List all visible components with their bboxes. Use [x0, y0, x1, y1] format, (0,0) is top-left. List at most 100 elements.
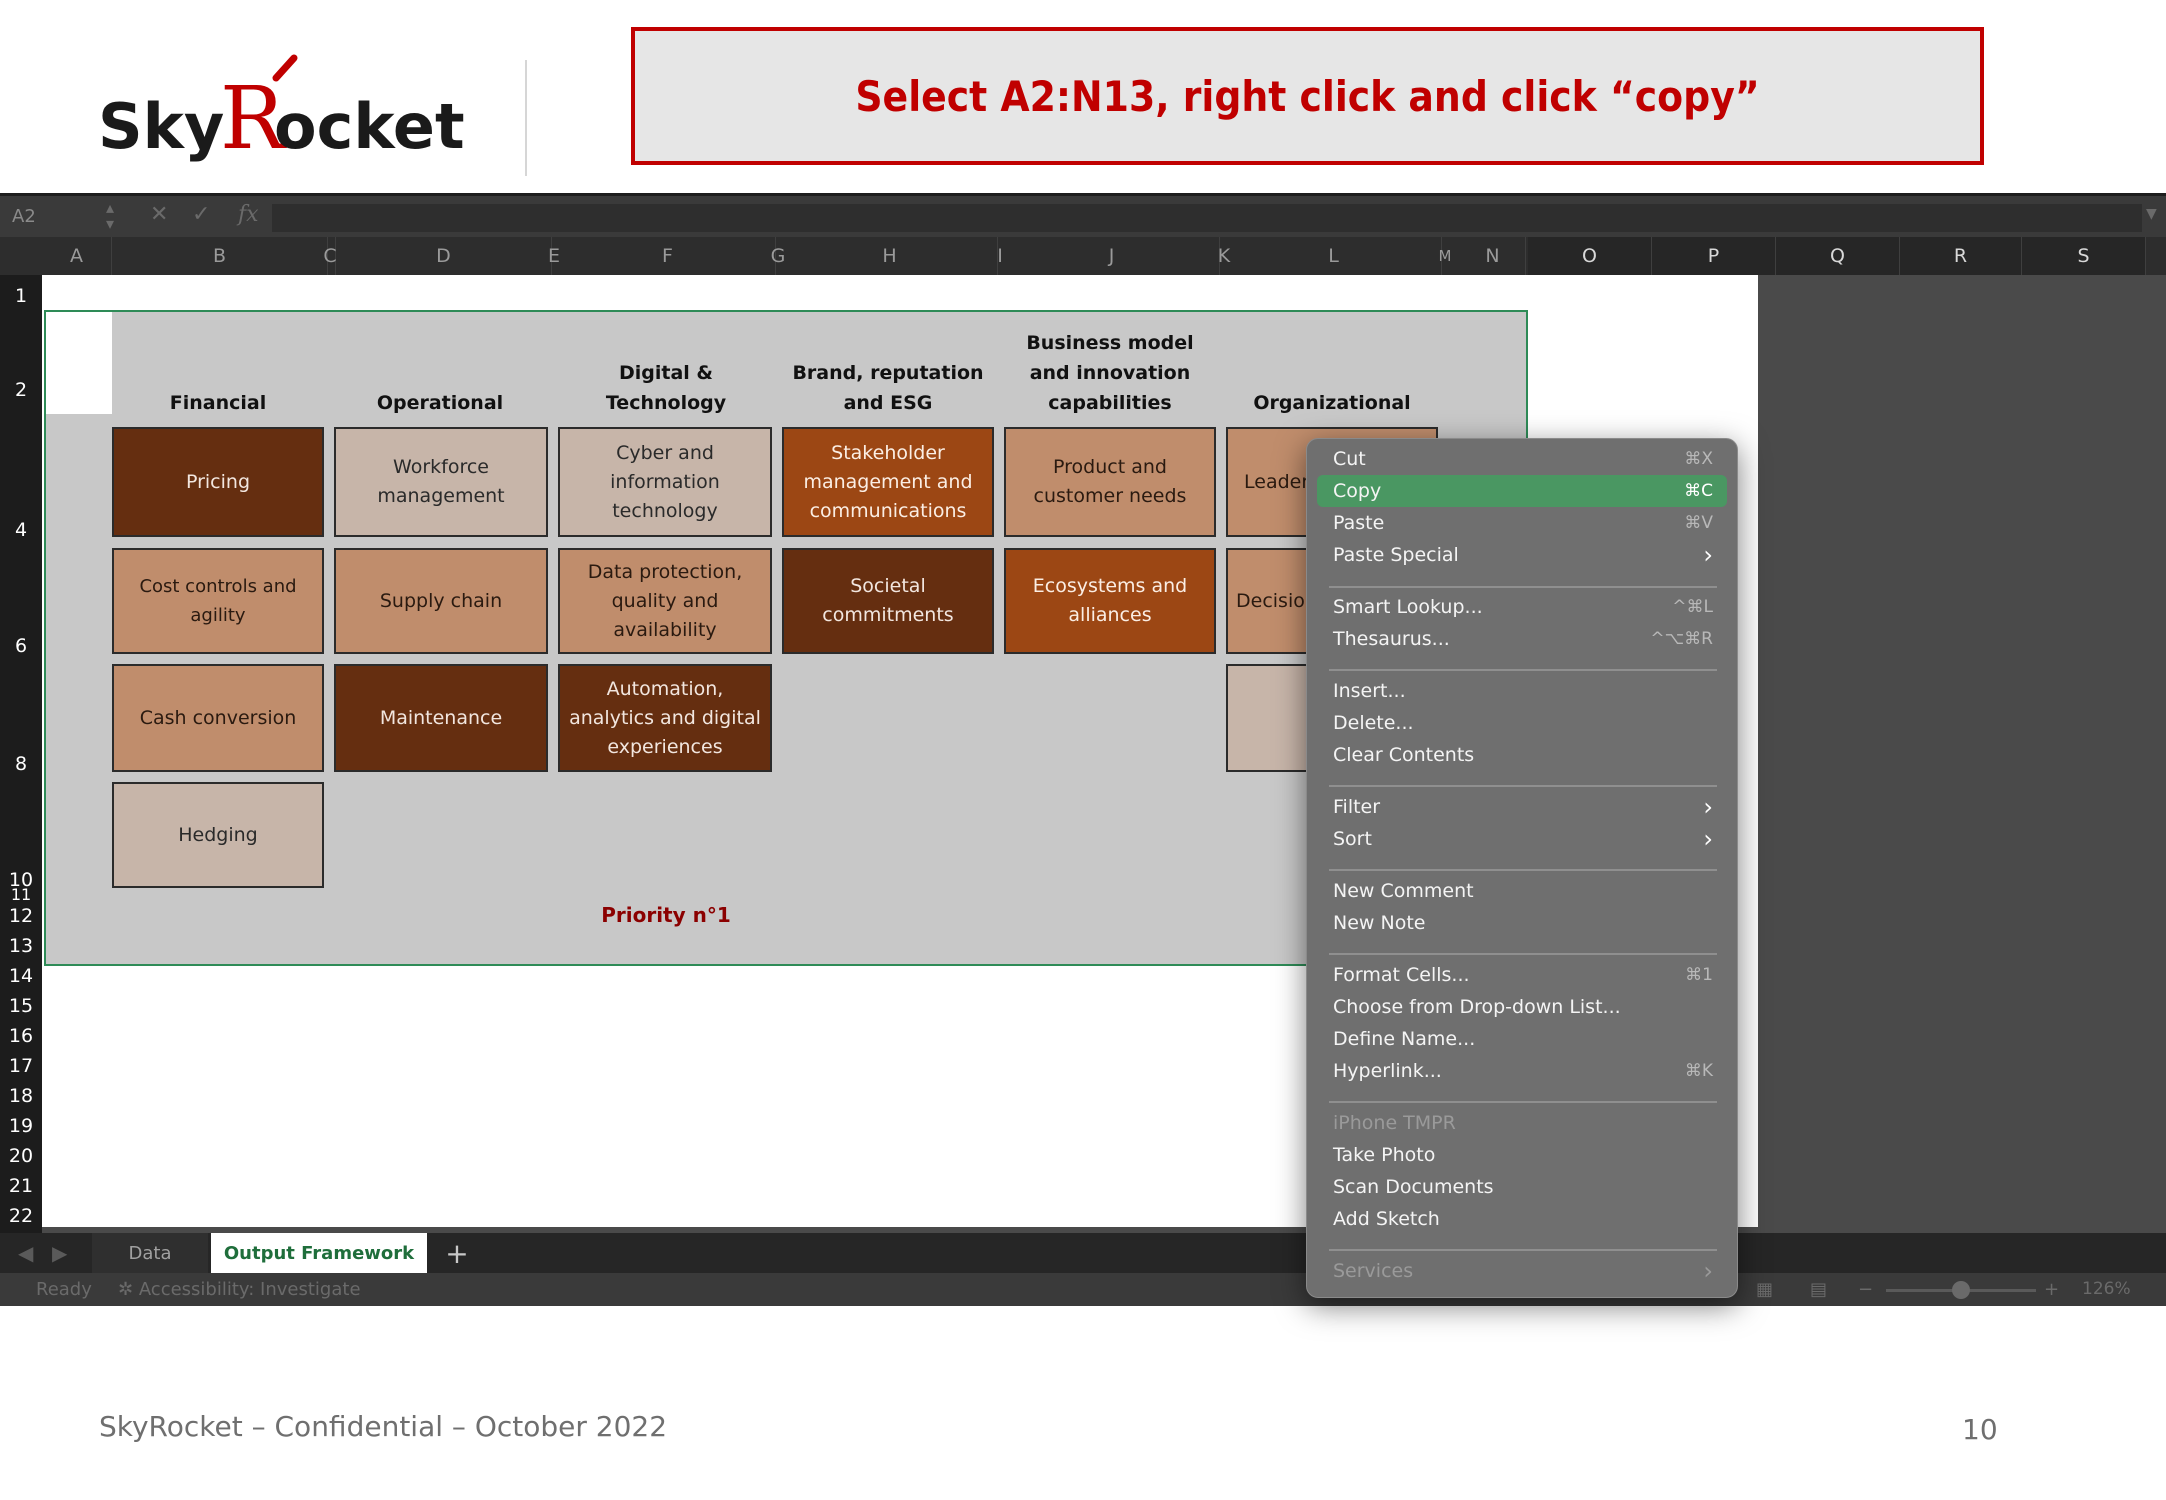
row-header-11[interactable]: 11: [0, 885, 42, 904]
menu-item-hyperlink[interactable]: Hyperlink... ⌘K: [1317, 1055, 1727, 1087]
status-bar: Ready ✲ Accessibility: Investigate ▦ ▤ −…: [0, 1273, 2166, 1306]
zoom-level[interactable]: 126%: [2082, 1279, 2131, 1299]
priority-label: Priority n°1: [601, 903, 731, 927]
row-header-18[interactable]: 18: [0, 1085, 42, 1107]
row-header-22[interactable]: 22: [0, 1205, 42, 1227]
menu-label: Format Cells...: [1333, 964, 1470, 986]
row-header-17[interactable]: 17: [0, 1055, 42, 1077]
menu-item-define-name[interactable]: Define Name...: [1317, 1023, 1727, 1055]
sheet-tab-output-framework[interactable]: Output Framework: [211, 1233, 427, 1273]
menu-separator: [1329, 669, 1717, 671]
col-header-j[interactable]: J: [1004, 237, 1220, 275]
zoom-in-icon[interactable]: +: [2044, 1279, 2059, 1300]
menu-item-add-sketch[interactable]: Add Sketch: [1317, 1203, 1727, 1235]
menu-item-new-note[interactable]: New Note: [1317, 907, 1727, 939]
row-header-14[interactable]: 14: [0, 965, 42, 987]
menu-label: Add Sketch: [1333, 1208, 1440, 1230]
formula-input[interactable]: [272, 204, 2142, 232]
add-sheet-button[interactable]: +: [430, 1233, 484, 1273]
tab-next-icon[interactable]: ▶: [52, 1241, 67, 1265]
sheet-tab-data[interactable]: Data: [92, 1233, 208, 1273]
row-header-12[interactable]: 12: [0, 905, 42, 927]
function-icon[interactable]: fx: [238, 202, 259, 227]
menu-label: Delete...: [1333, 712, 1414, 734]
menu-item-thesaurus[interactable]: Thesaurus... ^⌥⌘R: [1317, 623, 1727, 655]
row-header-21[interactable]: 21: [0, 1175, 42, 1197]
row-header-13[interactable]: 13: [0, 935, 42, 957]
menu-shortcut: ⌘C: [1684, 481, 1713, 501]
tile-workforce-management: Workforce management: [334, 427, 548, 537]
col-header-h[interactable]: H: [782, 237, 998, 275]
menu-item-smart-lookup[interactable]: Smart Lookup... ^⌘L: [1317, 591, 1727, 623]
menu-item-take-photo[interactable]: Take Photo: [1317, 1139, 1727, 1171]
normal-view-icon[interactable]: ▦: [1756, 1279, 1773, 1300]
menu-item-clear-contents[interactable]: Clear Contents: [1317, 739, 1727, 771]
page-layout-icon[interactable]: ▤: [1810, 1279, 1827, 1300]
col-header-b[interactable]: B: [112, 237, 328, 275]
col-header-r[interactable]: R: [1900, 237, 2022, 275]
menu-item-new-comment[interactable]: New Comment: [1317, 875, 1727, 907]
row-header-19[interactable]: 19: [0, 1115, 42, 1137]
active-cell-a2[interactable]: [46, 312, 112, 414]
menu-label: New Comment: [1333, 880, 1474, 902]
chevron-right-icon: ›: [1703, 825, 1713, 853]
menu-item-paste[interactable]: Paste ⌘V: [1317, 507, 1727, 539]
tile-product-customer-needs: Product and customer needs: [1004, 427, 1216, 537]
col-header-f[interactable]: F: [560, 237, 776, 275]
menu-item-choose-dropdown[interactable]: Choose from Drop-down List...: [1317, 991, 1727, 1023]
row-header-15[interactable]: 15: [0, 995, 42, 1017]
category-operational: Operational: [376, 392, 504, 414]
row-header-2[interactable]: 2: [0, 379, 42, 401]
menu-label: Scan Documents: [1333, 1176, 1494, 1198]
cancel-icon[interactable]: ✕: [150, 202, 168, 227]
col-header-q[interactable]: Q: [1776, 237, 1900, 275]
zoom-slider-thumb[interactable]: [1952, 1281, 1970, 1299]
tile-data-protection: Data protection, quality and availabilit…: [558, 548, 772, 654]
tile-automation-analytics: Automation, analytics and digital experi…: [558, 664, 772, 772]
accessibility-icon: ✲: [118, 1279, 139, 1300]
menu-item-format-cells[interactable]: Format Cells... ⌘1: [1317, 959, 1727, 991]
footer-text: SkyRocket – Confidential – October 2022: [99, 1410, 668, 1443]
col-header-a[interactable]: A: [42, 237, 112, 275]
svg-text:Sky: Sky: [98, 90, 224, 163]
skyrocket-logo: Sky R ocket: [98, 52, 478, 172]
menu-shortcut: ⌘K: [1684, 1061, 1713, 1081]
menu-item-copy[interactable]: Copy ⌘C: [1317, 475, 1727, 507]
col-header-o[interactable]: O: [1528, 237, 1652, 275]
menu-item-insert[interactable]: Insert...: [1317, 675, 1727, 707]
accessibility-status[interactable]: ✲ Accessibility: Investigate: [118, 1279, 361, 1300]
menu-item-cut[interactable]: Cut ⌘X: [1317, 443, 1727, 475]
tile-supply-chain: Supply chain: [334, 548, 548, 654]
col-header-m[interactable]: M: [1430, 237, 1460, 275]
menu-label: Take Photo: [1333, 1144, 1436, 1166]
col-header-d[interactable]: D: [336, 237, 552, 275]
menu-label: Smart Lookup...: [1333, 596, 1483, 618]
row-header-20[interactable]: 20: [0, 1145, 42, 1167]
row-header-6[interactable]: 6: [0, 635, 42, 657]
menu-item-filter[interactable]: Filter ›: [1317, 791, 1727, 823]
tab-prev-icon[interactable]: ◀: [18, 1241, 33, 1265]
context-menu: Cut ⌘X Copy ⌘C Paste ⌘V Paste Special › Smar…: [1306, 438, 1738, 1298]
name-box[interactable]: A2: [12, 206, 36, 227]
menu-item-scan-documents[interactable]: Scan Documents: [1317, 1171, 1727, 1203]
menu-shortcut: ^⌥⌘R: [1650, 629, 1713, 649]
menu-label: Define Name...: [1333, 1028, 1476, 1050]
col-header-p[interactable]: P: [1652, 237, 1776, 275]
col-header-s[interactable]: S: [2022, 237, 2146, 275]
menu-item-delete[interactable]: Delete...: [1317, 707, 1727, 739]
menu-item-services[interactable]: Services ›: [1317, 1255, 1727, 1287]
menu-label: iPhone TMPR: [1333, 1112, 1456, 1134]
status-ready: Ready: [36, 1279, 92, 1300]
menu-item-sort[interactable]: Sort ›: [1317, 823, 1727, 855]
row-header-16[interactable]: 16: [0, 1025, 42, 1047]
name-box-stepper-icon[interactable]: ▴ ▾: [106, 200, 114, 232]
row-header-8[interactable]: 8: [0, 753, 42, 775]
col-header-l[interactable]: L: [1226, 237, 1442, 275]
row-header-1[interactable]: 1: [0, 285, 42, 307]
formula-expand-icon[interactable]: ▼: [2146, 206, 2157, 222]
zoom-out-icon[interactable]: −: [1858, 1279, 1873, 1300]
col-header-n[interactable]: N: [1460, 237, 1526, 275]
confirm-icon[interactable]: ✓: [192, 202, 210, 227]
row-header-4[interactable]: 4: [0, 519, 42, 541]
menu-item-paste-special[interactable]: Paste Special ›: [1317, 539, 1727, 571]
